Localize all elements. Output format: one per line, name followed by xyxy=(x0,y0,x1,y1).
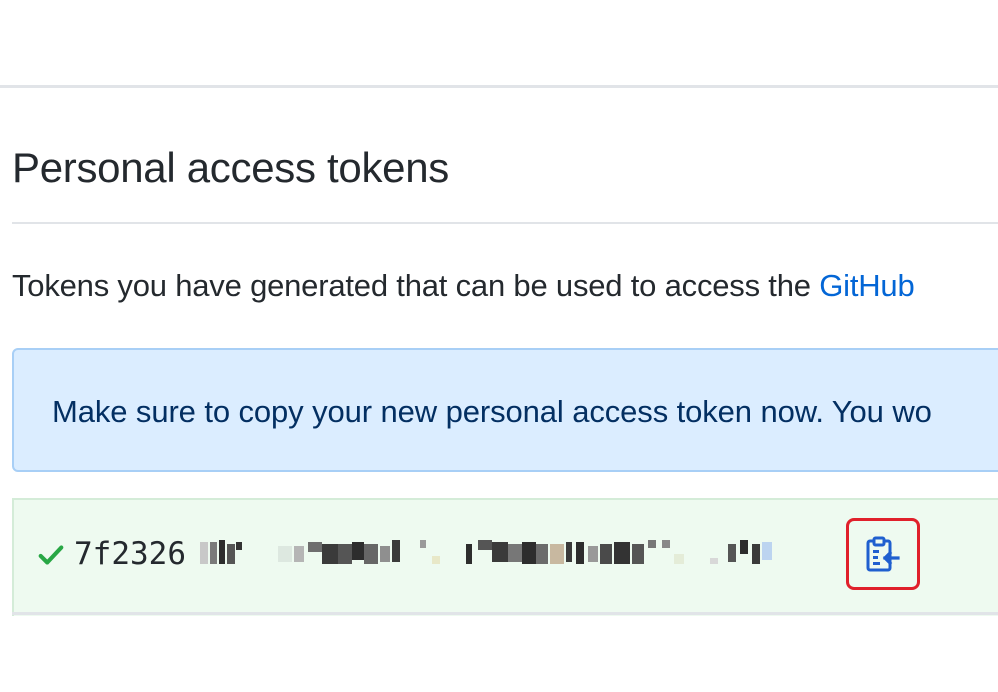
title-divider xyxy=(12,222,998,224)
token-value[interactable]: 7f2326 xyxy=(74,536,186,572)
copy-button-highlight xyxy=(846,518,920,590)
token-row-divider xyxy=(12,612,998,615)
check-icon xyxy=(38,545,64,565)
page-title: Personal access tokens xyxy=(12,144,449,191)
tokens-description: Tokens you have generated that can be us… xyxy=(12,268,915,304)
new-token-row: 7f2326 xyxy=(12,498,998,616)
github-api-link[interactable]: GitHub xyxy=(819,268,914,303)
copy-token-notice-text: Make sure to copy your new personal acce… xyxy=(52,394,932,429)
description-text: Tokens you have generated that can be us… xyxy=(12,268,820,303)
header-divider xyxy=(0,85,998,88)
clippy-icon[interactable] xyxy=(865,536,901,574)
settings-page: Personal access tokens Tokens you have g… xyxy=(0,0,998,692)
copy-token-notice: Make sure to copy your new personal acce… xyxy=(12,348,998,472)
